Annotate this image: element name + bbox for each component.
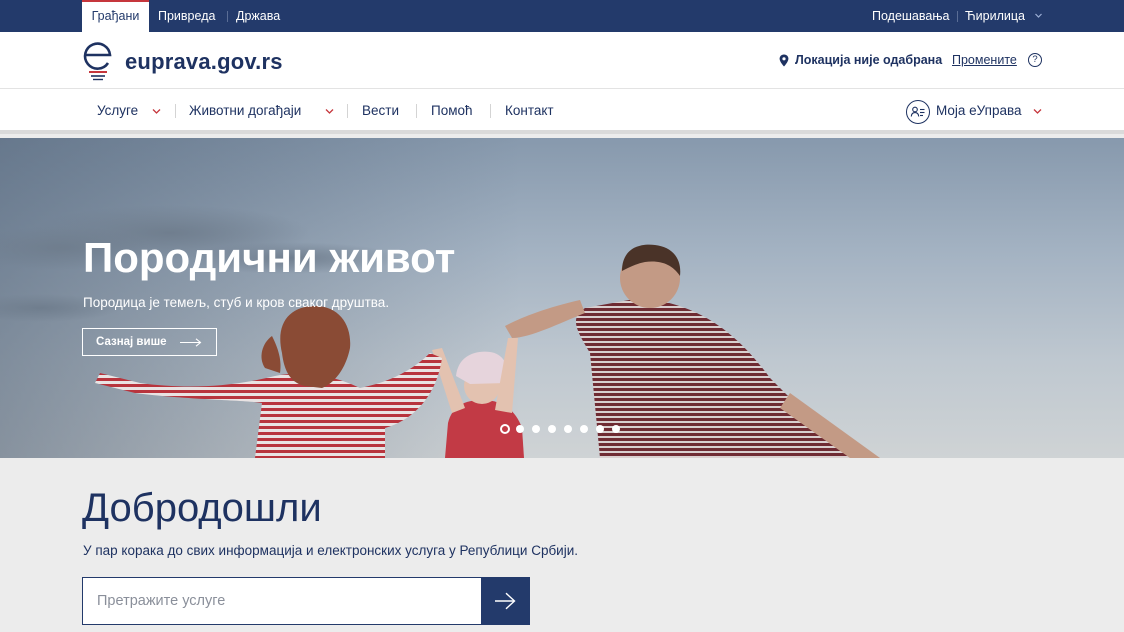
carousel-dot[interactable] (596, 425, 604, 433)
carousel-dot[interactable] (500, 424, 510, 434)
search-button[interactable] (481, 577, 530, 625)
search-input[interactable] (82, 577, 482, 625)
e-logo-icon[interactable] (82, 38, 114, 82)
tab-divider (227, 11, 228, 22)
carousel-dot[interactable] (548, 425, 556, 433)
topbar-divider (957, 11, 958, 22)
welcome-title: Добродошли (82, 486, 322, 530)
help-circle-icon[interactable]: ? (1028, 53, 1042, 67)
nav-item-life-events[interactable]: Животни догађаји (189, 103, 301, 118)
account-menu-label[interactable]: Моја еУправа (936, 103, 1022, 118)
tab-state[interactable]: Држава (236, 0, 280, 32)
tab-citizens[interactable]: Грађани (82, 0, 149, 32)
chevron-down-icon[interactable] (1033, 108, 1042, 115)
arrow-right-icon (495, 592, 516, 610)
carousel-dot[interactable] (612, 425, 620, 433)
nav-divider (490, 104, 491, 118)
learn-more-label: Сазнај више (96, 336, 167, 348)
carousel-dot[interactable] (532, 425, 540, 433)
settings-link[interactable]: Подешавања (872, 0, 949, 32)
arrow-right-icon (180, 338, 202, 347)
hero-carousel: Породични живот Породица је темељ, стуб … (0, 138, 1124, 458)
hero-title: Породични живот (83, 234, 456, 281)
nav-item-contact[interactable]: Контакт (505, 103, 554, 118)
location-change-link[interactable]: Промените (952, 53, 1017, 67)
site-header: euprava.gov.rs Локација није одабрана Пр… (0, 32, 1124, 89)
location-status: Локација није одабрана (795, 53, 943, 67)
top-bar: Грађани Привреда Држава Подешавања Ћирил… (0, 0, 1124, 32)
hero-subtitle: Породица је темељ, стуб и кров сваког др… (83, 295, 390, 310)
chevron-down-icon[interactable] (152, 108, 161, 115)
nav-item-help[interactable]: Помоћ (431, 103, 473, 118)
learn-more-button[interactable]: Сазнај више (82, 328, 217, 356)
logo-text[interactable]: euprava.gov.rs (125, 49, 283, 75)
carousel-dot[interactable] (516, 425, 524, 433)
carousel-dot[interactable] (564, 425, 572, 433)
chevron-down-icon[interactable] (1034, 11, 1043, 20)
nav-divider (416, 104, 417, 118)
nav-divider (175, 104, 176, 118)
location-pin-icon (779, 54, 789, 67)
nav-item-services[interactable]: Услуге (97, 103, 138, 118)
carousel-dot[interactable] (580, 425, 588, 433)
welcome-subtitle: У пар корака до свих информација и елект… (83, 543, 579, 558)
nav-divider (347, 104, 348, 118)
tab-business[interactable]: Привреда (158, 0, 215, 32)
nav-item-news[interactable]: Вести (362, 103, 399, 118)
script-selector[interactable]: Ћирилица (965, 0, 1025, 32)
chevron-down-icon[interactable] (325, 108, 334, 115)
user-card-icon[interactable] (906, 100, 930, 124)
